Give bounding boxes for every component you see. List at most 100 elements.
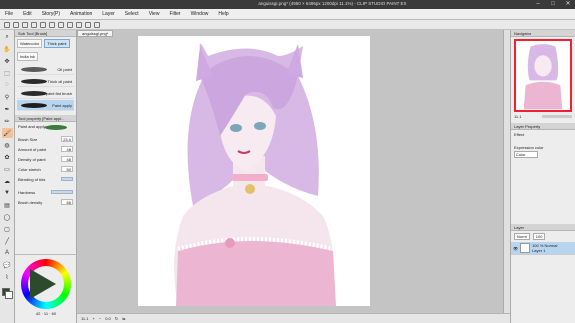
balloon-tool-icon[interactable]: 💬 [2,260,13,270]
artwork [174,43,336,306]
fill-icon[interactable] [85,21,91,28]
eye-right [254,122,266,130]
density-of-paint-field[interactable]: 48 [61,156,73,162]
text-tool-icon[interactable]: A [2,248,13,258]
rotate-icon[interactable]: ↻ [115,316,118,321]
zoom-tool-icon[interactable]: ⌕ [2,32,13,42]
decoration-tool-icon[interactable]: ✿ [2,152,13,162]
brush-stroke-preview [21,67,47,72]
brush-density-field[interactable]: 66 [61,199,73,205]
eyedropper-tool-icon[interactable]: ⚲ [2,92,13,102]
eraser-tool-icon[interactable]: ▭ [2,164,13,174]
title-bar: anguissgi.png* (4950 × 6496px 1200dpi 11… [0,0,575,9]
save-icon[interactable] [22,21,28,28]
menu-file[interactable]: File [0,11,18,17]
layer-row[interactable]: 👁 100 % Normal Layer 1 [511,242,575,255]
menu-story[interactable]: Story(P) [37,11,65,17]
gradient-tool-icon[interactable]: ▤ [2,200,13,210]
fill-tool-icon[interactable]: ▼ [2,188,13,198]
brush-item[interactable]: Thick oil paint [17,76,74,87]
tool-bar: ⌕ ✋ ✥ ⬚ ◌ ⚲ ✒ ✏ 🖌 ◍ ✿ ▭ ☁ ▼ ▤ ◯ ▢ ╱ A 💬 … [0,30,15,323]
deselect-icon[interactable] [67,21,73,28]
brush-tool-icon[interactable]: 🖌 [1,128,13,138]
amount-of-paint-field[interactable]: 48 [61,146,73,152]
brush-item[interactable]: Oil paint flat brush [17,88,74,99]
redo-icon[interactable] [40,21,46,28]
thumb-face [534,55,552,77]
menu-help[interactable]: Help [213,11,233,17]
tab-watercolor[interactable]: Watercolor [17,39,43,48]
flip-icon[interactable]: ⇋ [122,316,125,321]
navigator-zoom[interactable]: 11.1 [514,114,522,119]
color-triangle[interactable] [30,269,56,299]
pencil-tool-icon[interactable]: ✏ [2,116,13,126]
menu-view[interactable]: View [144,11,165,17]
navigator-header: Navigator [511,30,575,37]
blend-tool-icon[interactable]: ☁ [2,176,13,186]
airbrush-tool-icon[interactable]: ◍ [2,140,13,150]
brush-label: Thick oil paint [47,79,72,84]
eye-icon[interactable]: 👁 [513,246,518,251]
angle-readout[interactable]: 0.0 [105,316,111,321]
pen-tool-icon[interactable]: ✒ [2,104,13,114]
navigator-preview[interactable] [514,39,572,112]
prop-label: Density of paint [18,156,46,162]
brush-item[interactable]: Oil paint [17,64,74,75]
tab-thick-paint[interactable]: Thick paint [44,39,70,48]
prop-label: Hardness [18,189,36,195]
zoom-out-icon[interactable]: − [99,316,101,321]
move-tool-icon[interactable]: ✥ [2,56,13,66]
right-panel: Navigator 11.1 Layer Property Effect Exp… [510,30,575,323]
canvas-paper[interactable] [138,36,370,306]
window-title: anguissgi.png* (4950 × 6496px 1200dpi 11… [258,1,407,6]
selection-tool-icon[interactable]: ⬚ [2,68,13,78]
ruler-tool-icon[interactable]: ╱ [2,236,13,246]
navigator-zoom-slider[interactable] [542,115,572,118]
transform-icon[interactable] [58,21,64,28]
menu-edit[interactable]: Edit [18,11,37,17]
color-swatches [1,288,13,299]
brush-size-field[interactable]: 23.0 [61,136,73,142]
command-bar [0,20,575,30]
clear-icon[interactable] [49,21,55,28]
open-file-icon[interactable] [13,21,19,28]
tab-india-ink[interactable]: India ink [17,52,38,61]
menu-animation[interactable]: Animation [65,11,97,17]
opacity-field[interactable]: 100 [532,233,546,240]
new-file-icon[interactable] [4,21,10,28]
sub-color-swatch[interactable] [4,291,13,299]
blend-mode-select[interactable]: Norm [514,233,530,240]
invert-selection-icon[interactable] [76,21,82,28]
figure-tool-icon[interactable]: ◯ [2,212,13,222]
hand-tool-icon[interactable]: ✋ [2,44,13,54]
correct-line-tool-icon[interactable]: ⌇ [2,272,13,282]
layer-name: Layer 1 [532,248,546,253]
effect-label: Effect [514,132,525,137]
close-button[interactable]: ✕ [561,0,575,9]
menu-window[interactable]: Window [186,11,214,17]
prop-hardness: Hardness [15,187,76,197]
blending-toggle[interactable] [61,177,73,181]
hardness-slider[interactable] [51,190,73,194]
frame-tool-icon[interactable]: ▢ [2,224,13,234]
minimize-button[interactable]: – [531,0,545,9]
maximize-button[interactable]: □ [546,0,560,9]
choker [232,174,268,181]
ruler-icon[interactable] [94,21,100,28]
menu-select[interactable]: Select [120,11,144,17]
brush-name: Paint and apply [18,124,46,129]
menu-layer[interactable]: Layer [97,11,120,17]
prop-label: Amount of paint [18,146,47,152]
brush-item-selected[interactable]: Paint apply [17,100,74,111]
menu-filter[interactable]: Filter [164,11,185,17]
zoom-readout[interactable]: 11.1 [81,316,89,321]
lasso-tool-icon[interactable]: ◌ [2,80,13,90]
document-tab[interactable]: anguissgi.png* [77,30,114,37]
color-stretch-field[interactable]: 50 [61,166,73,172]
zoom-in-icon[interactable]: + [93,316,95,321]
layer-thumbnail [520,243,531,253]
undo-icon[interactable] [31,21,37,28]
expression-color-select[interactable]: Color [514,151,538,158]
color-wheel[interactable] [21,259,71,309]
brush-label: Oil paint [57,67,72,72]
